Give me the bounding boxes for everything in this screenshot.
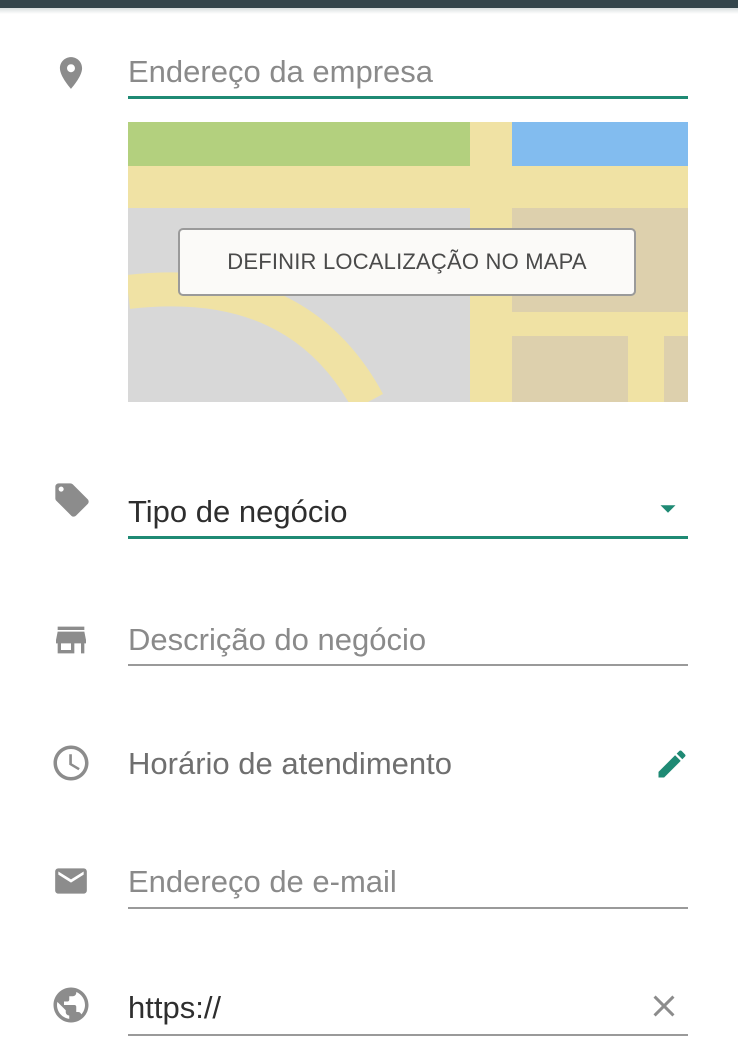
tag-icon xyxy=(50,480,94,520)
top-bar-shadow xyxy=(0,8,738,14)
set-location-on-map-button[interactable]: DEFINIR LOCALIZAÇÃO NO MAPA xyxy=(178,228,636,296)
address-placeholder: Endereço da empresa xyxy=(128,54,434,89)
email-underline xyxy=(128,907,688,909)
close-icon[interactable] xyxy=(646,988,682,1024)
business-type-underline xyxy=(128,536,688,539)
business-type-value: Tipo de negócio xyxy=(128,494,348,529)
dropdown-arrow-icon[interactable] xyxy=(650,494,686,524)
website-underline xyxy=(128,1034,688,1036)
email-row: Endereço de e-mail xyxy=(0,852,738,912)
business-type-select[interactable]: Tipo de negócio xyxy=(128,478,688,542)
description-placeholder: Descrição do negócio xyxy=(128,622,427,657)
location-pin-icon xyxy=(52,52,90,94)
store-icon xyxy=(50,620,92,660)
website-input[interactable]: https:// xyxy=(128,976,688,1036)
hours-row[interactable]: Horário de atendimento xyxy=(0,740,738,790)
address-underline xyxy=(128,96,688,99)
description-underline xyxy=(128,664,688,666)
map-preview[interactable]: DEFINIR LOCALIZAÇÃO NO MAPA xyxy=(128,122,688,402)
globe-icon xyxy=(50,984,92,1026)
address-input[interactable]: Endereço da empresa xyxy=(128,48,688,100)
website-value: https:// xyxy=(128,990,222,1025)
business-type-row: Tipo de negócio xyxy=(0,478,738,548)
hours-label: Horário de atendimento xyxy=(128,746,452,781)
envelope-icon xyxy=(50,862,92,900)
description-input[interactable]: Descrição do negócio xyxy=(128,612,688,668)
website-row: https:// xyxy=(0,976,738,1036)
description-row: Descrição do negócio xyxy=(0,612,738,672)
clock-icon xyxy=(50,742,92,784)
top-app-bar xyxy=(0,0,738,8)
address-row: Endereço da empresa xyxy=(0,48,738,108)
email-input[interactable]: Endereço de e-mail xyxy=(128,852,688,912)
email-placeholder: Endereço de e-mail xyxy=(128,864,397,899)
pencil-icon[interactable] xyxy=(654,746,690,782)
